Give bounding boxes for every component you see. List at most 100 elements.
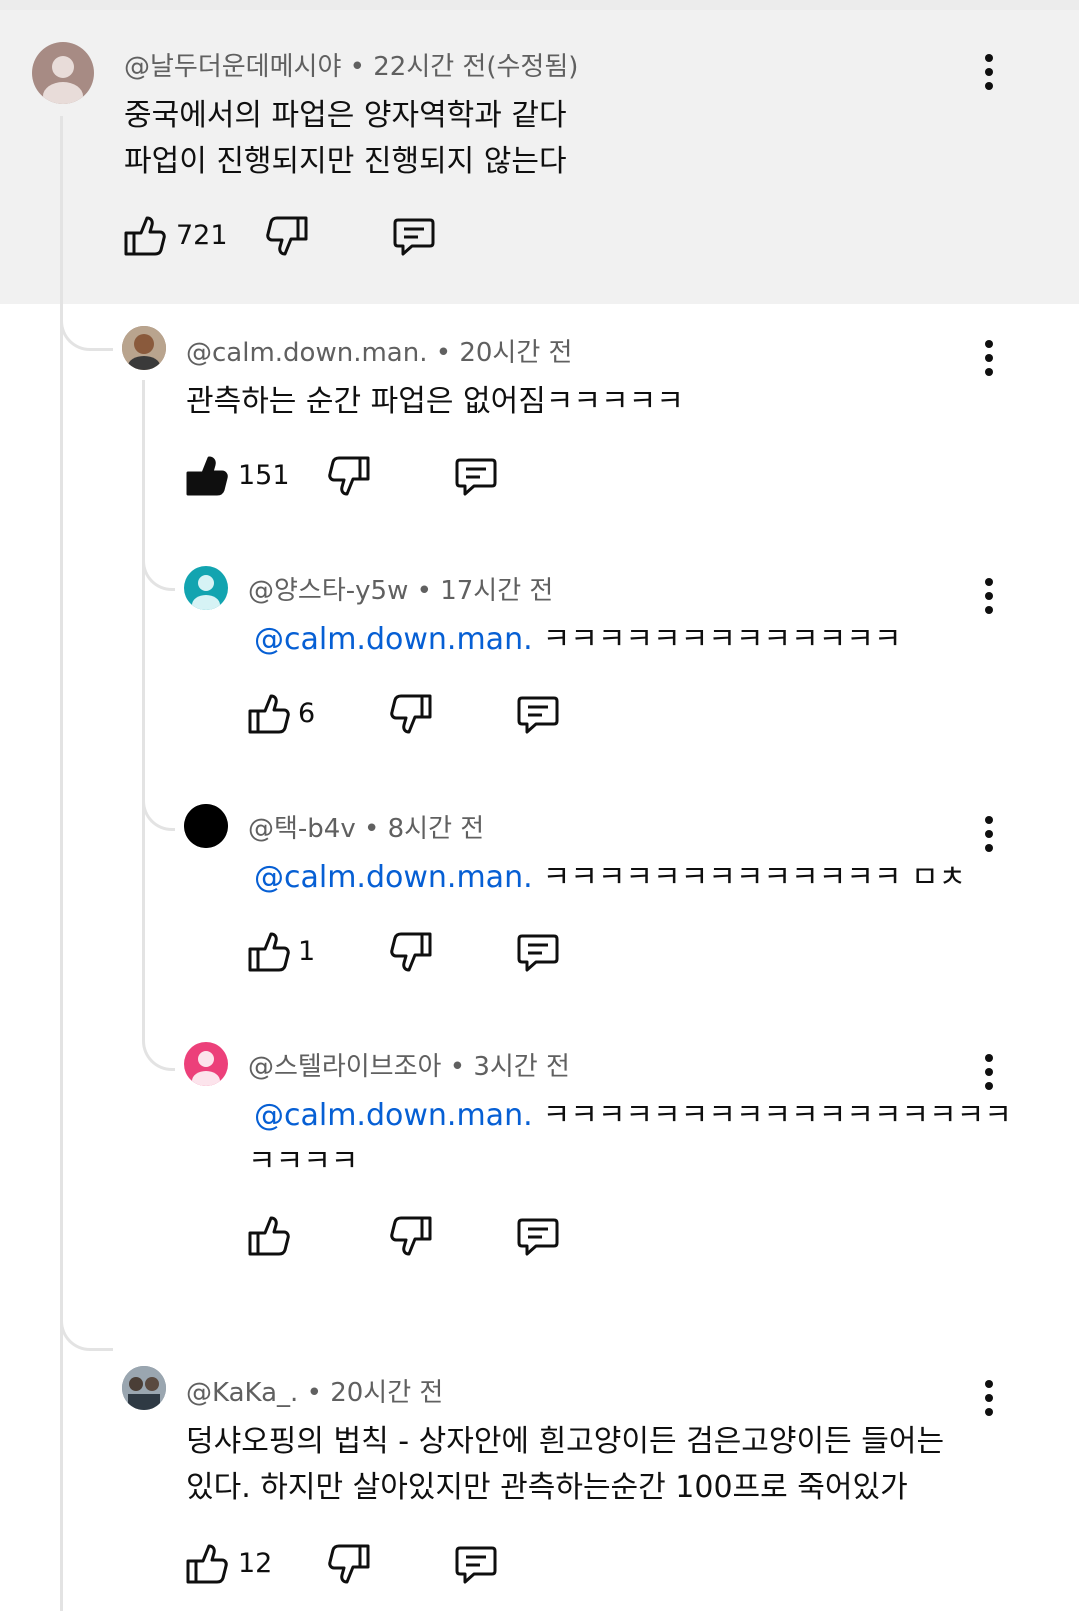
comment-meta: @날두더운데메시야 • 22시간 전(수정됨) [124, 46, 578, 83]
mention-link[interactable]: @calm.down.man. [254, 860, 533, 895]
avatar[interactable] [184, 566, 228, 610]
like-icon [248, 1216, 290, 1256]
comment-text-content: ㅋㅋㅋㅋㅋㅋㅋㅋㅋㅋㅋㅋㅋㅋㅋㅋㅋ [542, 1098, 1012, 1133]
like-icon [248, 694, 290, 734]
comment-text: @calm.down.man. ㅋㅋㅋㅋㅋㅋㅋㅋㅋㅋㅋㅋㅋㅋㅋㅋㅋ [254, 1090, 1012, 1134]
comment-meta: @KaKa_. • 20시간 전 [186, 1372, 443, 1409]
dislike-button[interactable] [326, 452, 374, 500]
avatar-icon [43, 56, 83, 104]
reply-button[interactable] [390, 212, 438, 260]
like-button[interactable] [182, 1540, 230, 1588]
reply-icon [517, 1218, 559, 1256]
dislike-icon [390, 932, 432, 972]
avatar[interactable] [184, 804, 228, 848]
comment-text: 덩샤오핑의 법칙 - 상자안에 흰고양이든 검은고양이든 들어는 [186, 1424, 945, 1459]
comment-text: ㅋㅋㅋㅋ [248, 1144, 359, 1179]
like-count: 721 [176, 220, 228, 251]
thread-connector [142, 540, 175, 591]
comment-time: • 17시간 전 [416, 576, 554, 606]
comment-time: • 20시간 전 [306, 1378, 444, 1408]
dislike-icon [266, 216, 308, 256]
reply-button[interactable] [514, 928, 562, 976]
thread-connector [142, 780, 175, 831]
more-options-button[interactable] [974, 338, 1004, 378]
like-icon [124, 216, 166, 256]
dislike-icon [390, 1216, 432, 1256]
avatar-icon [184, 804, 228, 848]
thread-line-main [60, 116, 63, 1611]
like-button[interactable] [244, 928, 292, 976]
comment-meta: @calm.down.man. • 20시간 전 [186, 332, 572, 369]
comment-time: • 20시간 전 [435, 338, 573, 368]
more-options-button[interactable] [974, 814, 1004, 854]
more-vert-icon [985, 1380, 993, 1416]
reply-button[interactable] [514, 690, 562, 738]
thread-connector [60, 300, 113, 351]
thread-connector [142, 1020, 175, 1071]
author-name[interactable]: @양스타-y5w [248, 576, 408, 606]
avatar[interactable] [122, 326, 166, 370]
like-count: 6 [298, 698, 316, 729]
like-button[interactable] [244, 690, 292, 738]
comment-time: • 8시간 전 [364, 814, 485, 844]
avatar[interactable] [184, 1042, 228, 1086]
dislike-button[interactable] [388, 690, 436, 738]
like-button[interactable] [244, 1212, 292, 1260]
reply-button[interactable] [514, 1212, 562, 1260]
more-options-button[interactable] [974, 52, 1004, 92]
dislike-icon [328, 456, 370, 496]
dislike-icon [328, 1544, 370, 1584]
reply-icon [455, 1546, 497, 1584]
author-name[interactable]: @택-b4v [248, 814, 356, 844]
comment-meta: @스텔라이브조아 • 3시간 전 [248, 1046, 570, 1083]
dislike-button[interactable] [326, 1540, 374, 1588]
comment-text: 관측하는 순간 파업은 없어짐ㅋㅋㅋㅋㅋ [186, 384, 684, 419]
comment-text-content: ㅋㅋㅋㅋㅋㅋㅋㅋㅋㅋㅋㅋㅋ [542, 622, 902, 657]
comment-text: 중국에서의 파업은 양자역학과 같다 [124, 98, 567, 133]
top-divider [0, 0, 1079, 10]
avatar[interactable] [32, 42, 94, 104]
more-vert-icon [985, 340, 993, 376]
author-name[interactable]: @스텔라이브조아 [248, 1052, 441, 1082]
comment-meta: @양스타-y5w • 17시간 전 [248, 570, 553, 607]
comment-time: • 3시간 전 [449, 1052, 570, 1082]
comment-text: @calm.down.man. ㅋㅋㅋㅋㅋㅋㅋㅋㅋㅋㅋㅋㅋ ㅁㅊ [254, 852, 966, 896]
comment-text: 파업이 진행되지만 진행되지 않는다 [124, 144, 567, 179]
like-count: 151 [238, 460, 290, 491]
like-icon [186, 456, 228, 496]
author-name[interactable]: @KaKa_. [186, 1378, 298, 1408]
dislike-button[interactable] [388, 1212, 436, 1260]
comment-text: @calm.down.man. ㅋㅋㅋㅋㅋㅋㅋㅋㅋㅋㅋㅋㅋ [254, 614, 901, 658]
avatar-icon [192, 1051, 220, 1086]
mention-link[interactable]: @calm.down.man. [254, 1098, 533, 1133]
author-name[interactable]: @날두더운데메시야 [124, 52, 341, 82]
author-name[interactable]: @calm.down.man. [186, 338, 427, 368]
avatar-icon [122, 1366, 166, 1410]
mention-link[interactable]: @calm.down.man. [254, 622, 533, 657]
like-count: 1 [298, 936, 316, 967]
more-vert-icon [985, 54, 993, 90]
more-options-button[interactable] [974, 576, 1004, 616]
dislike-button[interactable] [264, 212, 312, 260]
thread-line-nested [142, 380, 145, 1020]
reply-button[interactable] [452, 1540, 500, 1588]
avatar-icon [122, 326, 166, 370]
comment-text-content: ㅋㅋㅋㅋㅋㅋㅋㅋㅋㅋㅋㅋㅋ ㅁㅊ [542, 860, 967, 895]
comment-meta: @택-b4v • 8시간 전 [248, 808, 484, 845]
like-icon [186, 1544, 228, 1584]
reply-icon [517, 696, 559, 734]
dislike-icon [390, 694, 432, 734]
like-button[interactable] [182, 452, 230, 500]
reply-icon [393, 218, 435, 256]
like-button[interactable] [120, 212, 168, 260]
like-icon [248, 932, 290, 972]
dislike-button[interactable] [388, 928, 436, 976]
reply-icon [517, 934, 559, 972]
reply-button[interactable] [452, 452, 500, 500]
like-count: 12 [238, 1548, 273, 1579]
thread-connector [60, 1300, 113, 1351]
more-options-button[interactable] [974, 1378, 1004, 1418]
more-options-button[interactable] [974, 1052, 1004, 1092]
comment-text: 있다. 하지만 살아있지만 관측하는순간 100프로 죽어있가 [186, 1470, 908, 1505]
avatar[interactable] [122, 1366, 166, 1410]
